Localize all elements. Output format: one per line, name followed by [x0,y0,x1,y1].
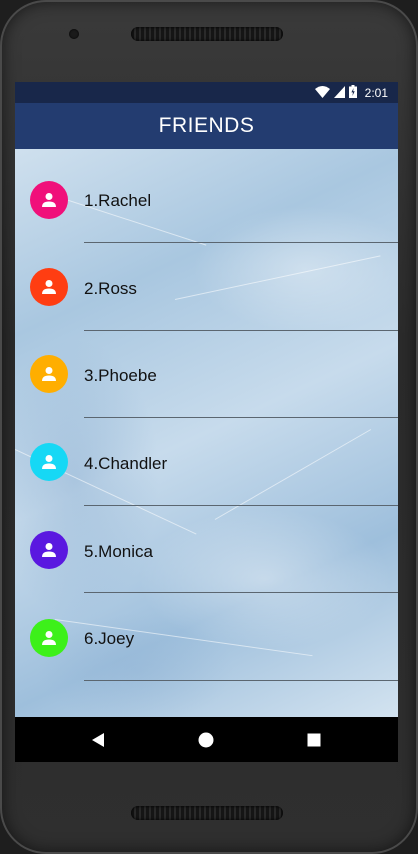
avatar [30,355,68,393]
friend-name: 6.Joey [84,629,135,648]
avatar [30,443,68,481]
person-icon [42,631,56,645]
page-title: FRIENDS [158,114,255,137]
person-icon [42,193,56,207]
bottom-speaker-grille [131,806,283,820]
status-bar: 2:01 [15,82,398,103]
top-speaker-grille [131,27,283,41]
person-icon [42,543,56,557]
battery-icon [348,85,357,101]
screen: 2:01 FRIENDS 1.Rachel 2.Ross 3.Phoebe 4.… [15,82,398,762]
friend-name: 1.Rachel [84,191,152,210]
friend-name: 3.Phoebe [84,366,157,385]
person-icon [42,455,56,469]
friend-name: 4.Chandler [84,454,168,473]
navigation-bar [15,717,398,762]
device-frame: 2:01 FRIENDS 1.Rachel 2.Ross 3.Phoebe 4.… [0,0,418,854]
list-item[interactable]: 2.Ross [15,237,398,331]
status-time: 2:01 [364,86,388,100]
person-icon [42,367,56,381]
recents-button[interactable] [304,730,324,750]
home-icon [198,732,214,748]
friend-name: 2.Ross [84,279,137,298]
avatar [30,268,68,306]
back-icon [92,733,104,747]
app-bar: FRIENDS [15,103,398,149]
wifi-icon [314,85,330,101]
friend-name: 5.Monica [84,542,153,561]
back-button[interactable] [88,730,108,750]
list-item[interactable]: 5.Monica [15,500,398,593]
list-item[interactable]: 6.Joey [15,587,398,681]
friends-list[interactable]: 1.Rachel 2.Ross 3.Phoebe 4.Chandler 5.Mo… [15,149,398,717]
list-item[interactable]: 4.Chandler [15,412,398,506]
list-item[interactable]: 3.Phoebe [15,324,398,418]
avatar [30,531,68,569]
signal-icon [333,85,345,101]
recents-icon [307,733,321,747]
avatar [30,181,68,219]
list-item[interactable]: 1.Rachel [15,149,398,243]
avatar [30,619,68,657]
divider [84,680,398,681]
person-icon [42,280,56,294]
front-camera [69,29,79,39]
home-button[interactable] [196,730,216,750]
